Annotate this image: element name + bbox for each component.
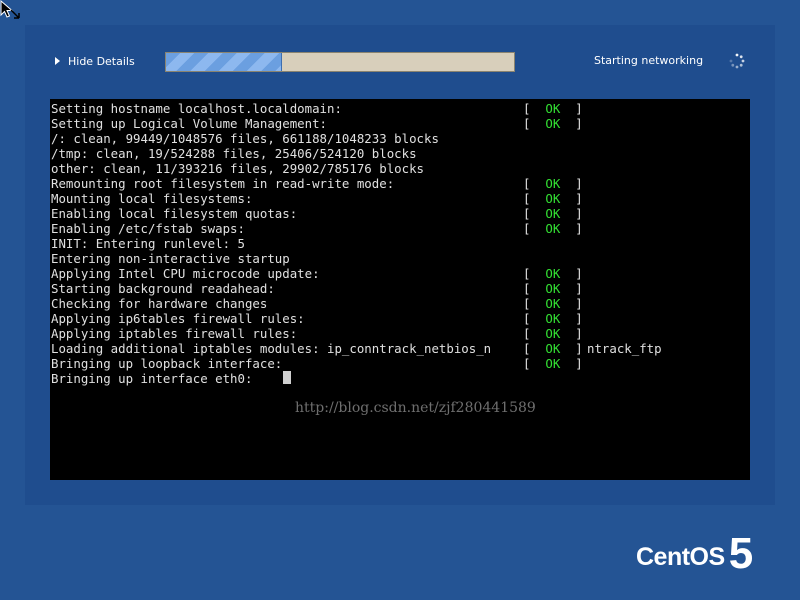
ok-status: OK — [545, 266, 561, 281]
ok-status: OK — [545, 221, 561, 236]
console-status: [ OK ] — [523, 311, 583, 326]
centos-logo: CentOS 5 — [636, 529, 754, 578]
console-line: Mounting local filesystems: — [51, 191, 253, 206]
triangle-right-icon — [55, 57, 60, 65]
hide-details-label: Hide Details — [68, 54, 135, 68]
console-status: [ OK ] — [523, 296, 583, 311]
console-status: [ OK ] — [523, 116, 583, 131]
console-line: Applying ip6tables firewall rules: — [51, 311, 305, 326]
console-line: Remounting root filesystem in read-write… — [51, 176, 395, 191]
console-line: Bringing up loopback interface: — [51, 356, 283, 371]
console-status: [ OK ] — [523, 341, 583, 356]
console-line: Enabling local filesystem quotas: — [51, 206, 298, 221]
console-status: [ OK ] — [523, 206, 583, 221]
ok-status: OK — [545, 326, 561, 341]
ok-status: OK — [545, 191, 561, 206]
ok-status: OK — [545, 311, 561, 326]
progress-fill — [166, 53, 282, 71]
logo-version: 5 — [728, 529, 754, 578]
console-line: Setting up Logical Volume Management: — [51, 116, 328, 131]
console-status: [ OK ] — [523, 101, 583, 116]
console-status: [ OK ] — [523, 191, 583, 206]
ok-status: OK — [545, 176, 561, 191]
console-line: /tmp: clean, 19/524288 files, 25406/5241… — [51, 146, 417, 161]
console-status: [ OK ] — [523, 266, 583, 281]
console-status: [ OK ] — [523, 281, 583, 296]
console-status: [ OK ] — [523, 356, 583, 371]
status-text: Starting networking — [594, 54, 704, 67]
console-line: Entering non-interactive startup — [51, 251, 290, 266]
console-line: Enabling /etc/fstab swaps: — [51, 221, 245, 236]
ok-status: OK — [545, 356, 561, 371]
watermark-text: http://blog.csdn.net/zjf280441589 — [295, 400, 536, 416]
text-cursor — [283, 371, 291, 384]
ok-status: OK — [545, 116, 561, 131]
boot-progress-bar — [165, 52, 515, 72]
console-status: [ OK ] — [523, 326, 583, 341]
ok-status: OK — [545, 341, 561, 356]
console-line: Loading additional iptables modules: ip_… — [51, 341, 492, 356]
console-status: [ OK ] — [523, 176, 583, 191]
mouse-cursor-icon — [0, 0, 20, 19]
console-line: Setting hostname localhost.localdomain: — [51, 101, 342, 116]
console-line: other: clean, 11/393216 files, 29902/785… — [51, 161, 424, 176]
logo-text: CentOS — [636, 543, 725, 571]
console-line: Applying iptables firewall rules: — [51, 326, 298, 341]
ok-status: OK — [545, 281, 561, 296]
ok-status: OK — [545, 206, 561, 221]
ok-status: OK — [545, 101, 561, 116]
console-line: Applying Intel CPU microcode update: — [51, 266, 320, 281]
boot-console: Setting hostname localhost.localdomain: [… — [50, 99, 750, 480]
console-line-tail: ntrack_ftp — [587, 341, 662, 356]
hide-details-toggle[interactable]: Hide Details — [55, 53, 135, 69]
console-status: [ OK ] — [523, 221, 583, 236]
console-line: INIT: Entering runlevel: 5 — [51, 236, 245, 251]
spinner-icon — [729, 53, 745, 69]
console-line: Checking for hardware changes — [51, 296, 268, 311]
console-line: Bringing up interface eth0: — [51, 371, 253, 386]
console-line: /: clean, 99449/1048576 files, 661188/10… — [51, 131, 439, 146]
ok-status: OK — [545, 296, 561, 311]
console-line: Starting background readahead: — [51, 281, 275, 296]
